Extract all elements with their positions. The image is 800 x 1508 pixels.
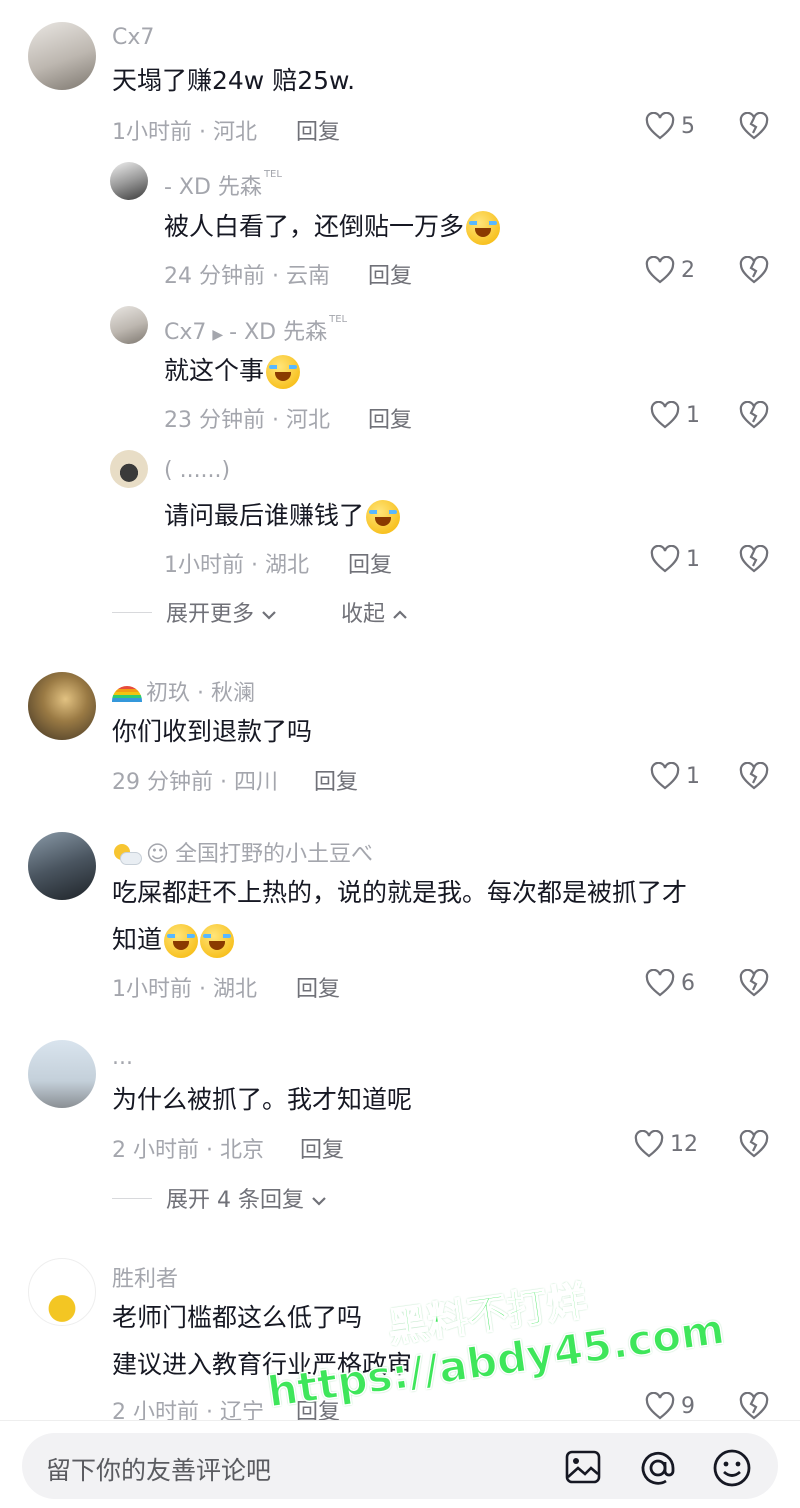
heart-icon	[645, 256, 675, 284]
like-button[interactable]: 1	[650, 545, 700, 573]
reply-meta: 1小时前 · 湖北	[164, 553, 309, 578]
like-count: 9	[681, 1393, 695, 1419]
crying-emoji	[200, 924, 235, 958]
like-count: 5	[681, 113, 695, 139]
chevron-down-icon	[312, 1197, 326, 1206]
like-button[interactable]: 2	[645, 256, 695, 284]
reply-username[interactable]: Cx7 ▶ - XD 先森TEL	[164, 314, 347, 346]
reply-to-arrow-icon: ▶	[212, 327, 224, 343]
sun-cloud-icon	[112, 844, 142, 866]
comment-meta: 1小时前 · 河北	[112, 120, 257, 145]
heart-icon	[650, 401, 680, 429]
reply-button[interactable]: 回复	[296, 114, 340, 146]
like-count: 12	[670, 1131, 698, 1157]
emoji-icon[interactable]	[712, 1448, 752, 1488]
divider	[112, 1197, 152, 1199]
reply-text: 就这个事	[164, 348, 301, 394]
heart-icon	[650, 545, 680, 573]
avatar[interactable]	[110, 306, 148, 344]
reply-meta: 24 分钟前 · 云南	[164, 264, 330, 289]
comment-text-line2: 知道	[112, 917, 235, 963]
like-count: 1	[686, 546, 700, 572]
avatar[interactable]	[110, 162, 148, 200]
like-button[interactable]: 9	[645, 1392, 695, 1420]
comment-username[interactable]: ...	[112, 1045, 133, 1070]
collapse-button[interactable]: 收起	[341, 596, 408, 628]
comment-username[interactable]: 胜利者	[112, 1261, 178, 1293]
comment-meta: 29 分钟前 · 四川	[112, 770, 278, 795]
dislike-heart-icon[interactable]	[738, 762, 770, 790]
replies-expand-row: 展开更多 收起	[112, 596, 408, 628]
reply-button[interactable]: 回复	[300, 1132, 344, 1164]
like-button[interactable]: 1	[650, 762, 700, 790]
reply-text: 被人白看了，还倒贴一万多	[164, 204, 501, 250]
comment-text: 你们收到退款了吗	[112, 717, 313, 746]
heart-icon	[645, 1392, 675, 1420]
expand-replies-button[interactable]: 展开 4 条回复	[166, 1182, 327, 1214]
like-button[interactable]: 12	[634, 1130, 698, 1158]
comment-input-bar: 留下你的友善评论吧	[0, 1420, 800, 1508]
avatar[interactable]	[110, 450, 148, 488]
dislike-heart-icon[interactable]	[738, 545, 770, 573]
dislike-heart-icon[interactable]	[738, 112, 770, 140]
chevron-up-icon	[393, 610, 407, 619]
avatar[interactable]	[28, 672, 96, 740]
comment-meta: 2 小时前 · 北京	[112, 1138, 264, 1163]
reply-button[interactable]: 回复	[296, 971, 340, 1003]
expand-more-button[interactable]: 展开更多	[166, 596, 277, 628]
chevron-down-icon	[262, 611, 276, 620]
like-count: 2	[681, 257, 695, 283]
reply-text: 请问最后谁赚钱了	[164, 493, 401, 539]
comment-text-line1: 吃屎都赶不上热的，说的就是我。每次都是被抓了才	[112, 878, 688, 907]
divider	[112, 611, 152, 613]
rainbow-icon	[112, 686, 142, 702]
crying-laughing-emoji	[366, 500, 401, 534]
reply-button[interactable]: 回复	[314, 764, 358, 796]
reply-username[interactable]: - XD 先森TEL	[164, 169, 282, 201]
reply-username[interactable]: ( ......)	[164, 458, 230, 483]
like-count: 1	[686, 402, 700, 428]
heart-icon	[650, 762, 680, 790]
comment-text: 天塌了赚24w 赔25w.	[112, 66, 356, 95]
image-icon[interactable]	[564, 1449, 602, 1485]
comment-username[interactable]: ☺ 全国打野的小土豆べ	[112, 836, 373, 868]
reply-button[interactable]: 回复	[348, 547, 392, 579]
comment-username[interactable]: Cx7	[112, 25, 154, 50]
heart-icon	[634, 1130, 664, 1158]
replies-expand-row: 展开 4 条回复	[112, 1182, 327, 1214]
comment-meta: 1小时前 · 湖北	[112, 977, 257, 1002]
at-icon[interactable]	[638, 1448, 678, 1488]
crying-laughing-emoji	[266, 355, 301, 389]
avatar[interactable]	[28, 22, 96, 90]
avatar[interactable]	[28, 1258, 96, 1326]
dislike-heart-icon[interactable]	[738, 1130, 770, 1158]
dislike-heart-icon[interactable]	[738, 1392, 770, 1420]
comment-text: 为什么被抓了。我才知道呢	[112, 1085, 413, 1114]
avatar[interactable]	[28, 1040, 96, 1108]
smiley-badge-icon: ☺	[146, 842, 169, 867]
like-count: 1	[686, 763, 700, 789]
crying-emoji	[164, 924, 199, 958]
heart-icon	[645, 112, 675, 140]
dislike-heart-icon[interactable]	[738, 969, 770, 997]
comment-input-placeholder: 留下你的友善评论吧	[46, 1456, 272, 1485]
like-button[interactable]: 6	[645, 969, 695, 997]
comment-text-line1: 老师门槛都这么低了吗	[112, 1303, 363, 1332]
dislike-heart-icon[interactable]	[738, 256, 770, 284]
heart-icon	[645, 969, 675, 997]
dislike-heart-icon[interactable]	[738, 401, 770, 429]
avatar[interactable]	[28, 832, 96, 900]
reply-button[interactable]: 回复	[368, 258, 412, 290]
crying-laughing-emoji	[466, 211, 501, 245]
reply-meta: 23 分钟前 · 河北	[164, 408, 330, 433]
like-button[interactable]: 1	[650, 401, 700, 429]
comment-username[interactable]: 初玖 · 秋澜	[112, 675, 255, 707]
like-button[interactable]: 5	[645, 112, 695, 140]
reply-button[interactable]: 回复	[368, 402, 412, 434]
like-count: 6	[681, 970, 695, 996]
